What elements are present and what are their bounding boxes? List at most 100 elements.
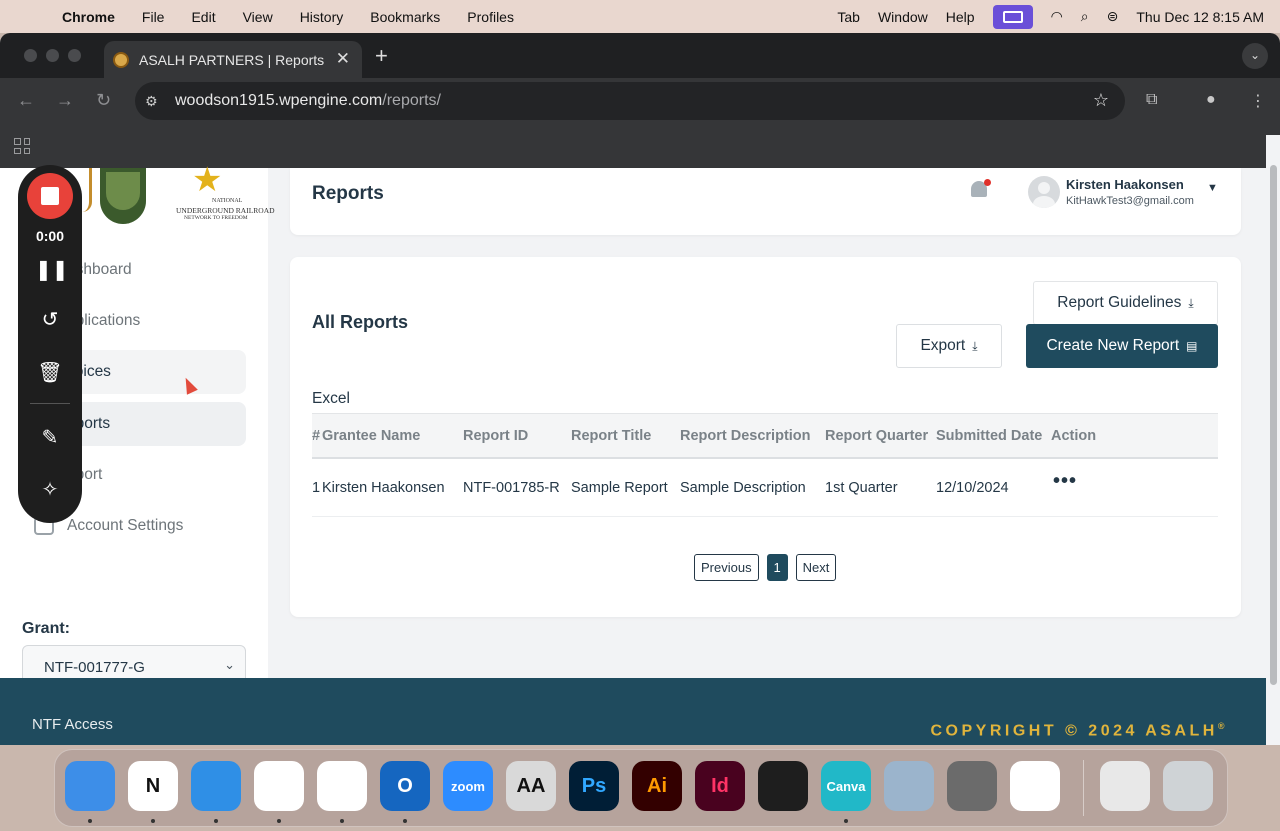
control-center-icon[interactable]: ⊜ [1107, 8, 1119, 25]
dock-safari-icon[interactable] [191, 761, 241, 811]
apps-grid-icon[interactable] [14, 138, 30, 154]
dock-running-indicator [403, 819, 407, 823]
avatar[interactable] [1028, 176, 1060, 208]
reports-table: # Grantee Name Report ID Report Title Re… [312, 413, 1218, 517]
recorder-divider [30, 403, 70, 404]
footer-link-ntf-access[interactable]: NTF Access [32, 716, 113, 733]
page-title: Reports [312, 183, 384, 204]
menu-window[interactable]: Window [878, 9, 928, 25]
dock-outlook-icon[interactable]: O [380, 761, 430, 811]
menu-profiles[interactable]: Profiles [467, 9, 514, 25]
excel-export-link[interactable]: Excel [312, 390, 350, 408]
chrome-menu-icon[interactable]: ⋮ [1250, 91, 1266, 111]
download-icon: ⤓ [972, 338, 978, 353]
macos-menubar: Chrome File Edit View History Bookmarks … [0, 0, 1280, 33]
ugrr-logo: ★ NATIONAL UNDERGROUND RAILROAD NETWORK … [176, 162, 275, 222]
screen-mirror-icon[interactable] [992, 4, 1033, 29]
stop-recording-button[interactable] [27, 173, 73, 219]
page-1-button[interactable]: 1 [766, 554, 788, 581]
menu-edit[interactable]: Edit [191, 9, 215, 25]
dock-preview-icon[interactable] [884, 761, 934, 811]
forward-icon[interactable]: → [56, 90, 74, 111]
extensions-icon[interactable]: ⧉ [1146, 91, 1157, 109]
dock-running-indicator [844, 819, 848, 823]
profile-icon[interactable]: ● [1206, 91, 1216, 109]
user-name[interactable]: Kirsten Haakonsen [1066, 177, 1184, 192]
screen-recorder-panel: 0:00 ❚❚ ↺ 🗑 ✎ ✧ [18, 165, 82, 523]
menu-tab[interactable]: Tab [837, 9, 860, 25]
dock-photoshop-icon[interactable]: Ps [569, 761, 619, 811]
dock-font-book-icon[interactable]: AA [506, 761, 556, 811]
col-report-id[interactable]: Report ID [463, 414, 528, 457]
create-new-report-button[interactable]: Create New Report ▤ [1026, 324, 1218, 368]
trash-icon[interactable]: 🗑 [35, 358, 65, 388]
report-guidelines-button[interactable]: Report Guidelines ⤓ [1033, 281, 1218, 325]
dock-chrome-icon[interactable] [254, 761, 304, 811]
dock-screenshot-icon[interactable] [1100, 761, 1150, 811]
tab-search-icon[interactable]: ⌄ [1242, 43, 1268, 69]
col-grantee-name[interactable]: Grantee Name [322, 414, 420, 457]
tab-title: ASALH PARTNERS | Reports [139, 51, 325, 68]
col-report-quarter[interactable]: Report Quarter [825, 414, 928, 457]
site-info-icon[interactable]: ⚙ [145, 93, 161, 110]
dock-running-indicator [151, 819, 155, 823]
pagination: Previous 1 Next [694, 554, 837, 581]
menu-history[interactable]: History [300, 9, 344, 25]
page-scrollbar[interactable] [1266, 135, 1280, 712]
dock-running-indicator [340, 819, 344, 823]
new-tab-icon[interactable]: + [375, 43, 388, 69]
col-report-title[interactable]: Report Title [571, 414, 651, 457]
next-page-button[interactable]: Next [795, 554, 837, 581]
bookmark-star-icon[interactable]: ☆ [1093, 90, 1109, 111]
col-submitted-date[interactable]: Submitted Date [936, 414, 1042, 457]
menu-app-name[interactable]: Chrome [62, 9, 115, 25]
address-bar[interactable]: ⚙ woodson1915.wpengine.com/reports/ ☆ [135, 82, 1125, 120]
dock-perplexity-icon[interactable] [1010, 761, 1060, 811]
scrollbar-thumb[interactable] [1270, 165, 1277, 685]
browser-toolbar: ← → ↻ ⚙ woodson1915.wpengine.com/reports… [0, 78, 1280, 125]
restart-icon[interactable]: ↺ [35, 305, 65, 335]
table-header: # Grantee Name Report ID Report Title Re… [312, 413, 1218, 459]
more-actions-icon[interactable]: ••• [1053, 453, 1077, 510]
dock-zoom-icon[interactable]: zoom [443, 761, 493, 811]
col-number[interactable]: # [312, 414, 320, 457]
dock-figma-icon[interactable] [758, 761, 808, 811]
dock-finder-icon[interactable] [65, 761, 115, 811]
close-icon[interactable]: ✕ [336, 49, 350, 69]
menu-help[interactable]: Help [946, 9, 975, 25]
dock-illustrator-icon[interactable]: Ai [632, 761, 682, 811]
menu-file[interactable]: File [142, 9, 165, 25]
window-controls[interactable] [24, 49, 81, 62]
dock-indesign-icon[interactable]: Id [695, 761, 745, 811]
menu-bookmarks[interactable]: Bookmarks [370, 9, 440, 25]
dock-notion-icon[interactable]: N [128, 761, 178, 811]
dock-trash-icon[interactable] [1163, 761, 1213, 811]
dock-running-indicator [88, 819, 92, 823]
effects-icon[interactable]: ✧ [35, 475, 65, 505]
browser-tab[interactable]: ASALH PARTNERS | Reports ✕ [104, 41, 362, 78]
sidebar-item-label: Account Settings [67, 517, 184, 534]
url-text: woodson1915.wpengine.com/reports/ [175, 92, 441, 109]
user-menu-caret-icon[interactable]: ▼ [1207, 182, 1218, 194]
back-icon[interactable]: ← [17, 90, 35, 111]
export-button[interactable]: Export ⤓ [896, 324, 1002, 368]
wifi-icon[interactable]: ◠ [1051, 8, 1063, 25]
col-report-description[interactable]: Report Description [680, 414, 811, 457]
menubar-clock[interactable]: Thu Dec 12 8:15 AM [1136, 9, 1264, 25]
recording-timer: 0:00 [35, 228, 65, 244]
notification-bell-icon[interactable] [969, 179, 991, 201]
page-viewport: ★ NATIONAL UNDERGROUND RAILROAD NETWORK … [0, 162, 1266, 745]
pen-icon[interactable]: ✎ [35, 423, 65, 453]
reports-card: All Reports Report Guidelines ⤓ Export ⤓ C… [290, 257, 1241, 617]
dock-calculator-icon[interactable] [947, 761, 997, 811]
dock-slack-icon[interactable] [317, 761, 367, 811]
dock-running-indicator [214, 819, 218, 823]
cell-report-title: Sample Report [571, 479, 668, 496]
previous-page-button[interactable]: Previous [694, 554, 759, 581]
search-icon[interactable]: ⌕ [1081, 8, 1089, 25]
dock-canva-icon[interactable]: Canva [821, 761, 871, 811]
menu-view[interactable]: View [243, 9, 273, 25]
reload-icon[interactable]: ↻ [96, 90, 111, 111]
cell-report-quarter: 1st Quarter [825, 479, 898, 496]
pause-icon[interactable]: ❚❚ [35, 255, 69, 285]
